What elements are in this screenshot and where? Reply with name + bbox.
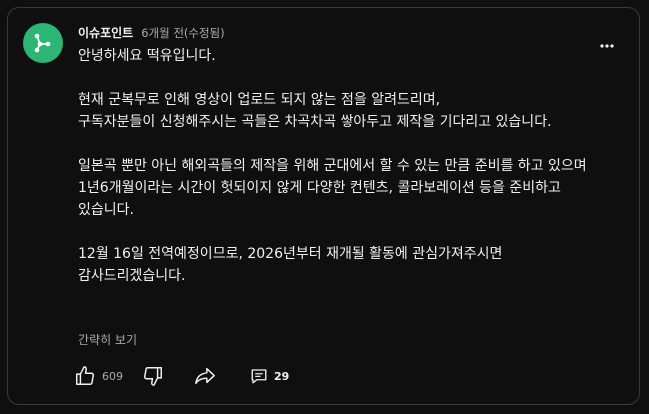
comments-button[interactable]: 29 bbox=[250, 364, 289, 388]
channel-name[interactable]: 이슈포인트 bbox=[78, 24, 133, 41]
share-icon bbox=[195, 367, 215, 385]
channel-avatar[interactable] bbox=[23, 23, 63, 63]
action-bar: 609 29 bbox=[74, 364, 334, 388]
show-less-button[interactable]: 간략히 보기 bbox=[78, 331, 137, 348]
thumbs-down-icon bbox=[144, 367, 162, 386]
comment-icon bbox=[251, 369, 267, 384]
comment-count: 29 bbox=[274, 369, 290, 383]
dislike-button[interactable] bbox=[142, 364, 164, 388]
community-post-card: 이슈포인트 6개월 전(수정됨) 안녕하세요 떡유입니다. 현재 군복무로 인해… bbox=[7, 7, 640, 405]
post-header: 이슈포인트 6개월 전(수정됨) bbox=[78, 24, 225, 41]
network-nodes-icon bbox=[34, 33, 51, 53]
thumbs-up-icon bbox=[76, 366, 94, 385]
post-time[interactable]: 6개월 전(수정됨) bbox=[141, 25, 224, 41]
like-count: 609 bbox=[102, 369, 123, 383]
post-body: 안녕하세요 떡유입니다. 현재 군복무로 인해 영상이 업로드 되지 않는 점을… bbox=[78, 48, 587, 284]
share-button[interactable] bbox=[194, 364, 216, 388]
like-button[interactable]: 609 bbox=[74, 364, 123, 388]
